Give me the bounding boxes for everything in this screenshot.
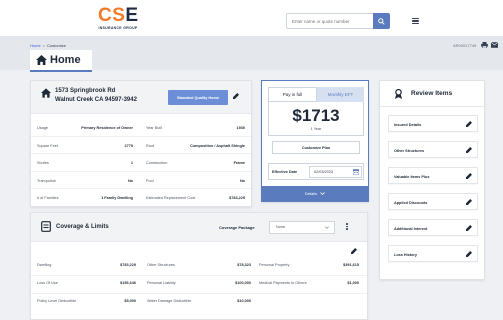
pencil-icon[interactable] (466, 251, 472, 257)
logo-letter-c: C (98, 5, 113, 26)
search-icon (378, 17, 385, 25)
hamburger-menu-icon[interactable] (412, 18, 419, 24)
house-icon (41, 88, 51, 98)
pencil-icon[interactable] (466, 225, 472, 231)
price-box: $1713 1 Year (268, 102, 364, 136)
premium-price: $1713 (292, 106, 340, 125)
review-list: Insured Details Other Structures Valuabl… (388, 115, 478, 271)
tab-monthly-eft[interactable]: Monthly EFT (317, 87, 364, 102)
review-items-card: Review Items Insured Details Other Struc… (379, 80, 485, 280)
search-button[interactable] (373, 13, 390, 29)
toolbar-icons (481, 42, 498, 48)
premium-term: 1 Year (310, 127, 322, 131)
page-title-tab: Home (30, 50, 92, 72)
effective-date-label: Effective Date (272, 170, 298, 174)
coverage-title: Coverage & Limits (56, 224, 109, 230)
coverage-package-select[interactable]: None (269, 221, 335, 234)
property-header: 1573 Springbrook Rd Walnut Creek CA 9459… (31, 81, 251, 114)
breadcrumb-separator: > (42, 43, 46, 48)
search-input[interactable] (286, 13, 373, 29)
address-line1: 1573 Springbrook Rd (55, 88, 116, 94)
details-toggle[interactable]: Details (262, 186, 368, 201)
review-item-insured-details[interactable]: Insured Details (388, 115, 478, 132)
home-icon (36, 55, 47, 65)
logo-letter-s: S (112, 5, 126, 26)
breadcrumb-home[interactable]: Home (30, 43, 41, 48)
breadcrumb: Home > Customize (30, 43, 66, 48)
review-item-additional-interest[interactable]: Additional Interest (388, 219, 478, 236)
coverage-card: Coverage & Limits Coverage Package None … (30, 212, 368, 320)
pencil-icon[interactable] (466, 173, 472, 179)
coverage-document-icon (41, 221, 51, 232)
quote-id: AR00017745 (453, 43, 477, 48)
pencil-icon[interactable] (466, 147, 472, 153)
customize-plan-button[interactable]: Customize Plan (272, 141, 360, 154)
logo-letter-e: E (125, 5, 139, 26)
review-item-applied-discounts[interactable]: Applied Discounts (388, 193, 478, 210)
coverage-row: Policy Level Deductible $5,000 Water Dam… (37, 299, 251, 303)
chevron-down-icon (320, 192, 325, 195)
payment-card: Pay in full Monthly EFT $1713 1 Year Cus… (261, 80, 369, 202)
details-label: Details (304, 191, 318, 196)
property-row: Stories 1 Construction Frame (31, 154, 251, 172)
effective-date-row: Effective Date (268, 163, 364, 180)
coverage-row: Dwelling $783,229 Other Structures $78,3… (37, 263, 359, 267)
address-line2: Walnut Creek CA 94597-3942 (55, 97, 137, 103)
review-header: Review Items (380, 81, 484, 107)
property-row: Square Feet 2779 Roof Composition / Asph… (31, 137, 251, 154)
property-row: # of Families 1 Family Dwelling Estimate… (37, 196, 245, 200)
company-logo[interactable]: CSE INSURANCE GROUP (98, 5, 139, 30)
property-details: Usage Primary Residence of Owner Year Bu… (31, 119, 251, 207)
coverage-row: Loss Of Use $156,646 Personal Liability … (37, 281, 359, 285)
print-icon[interactable] (481, 42, 488, 48)
pencil-icon[interactable] (351, 248, 357, 254)
top-bar: CSE INSURANCE GROUP (0, 0, 503, 37)
coverage-package-label: Coverage Package (219, 225, 255, 230)
tab-pay-in-full[interactable]: Pay in full (268, 87, 317, 102)
payment-tabs: Pay in full Monthly EFT (268, 87, 364, 102)
pencil-icon[interactable] (233, 93, 239, 99)
pencil-icon[interactable] (466, 121, 472, 127)
logo-subtitle: INSURANCE GROUP (98, 26, 138, 30)
page-title: Home (50, 54, 81, 66)
coverage-package-value: None (276, 225, 286, 229)
breadcrumb-customize[interactable]: Customize (47, 43, 66, 48)
chevron-down-icon (325, 226, 329, 229)
calendar-icon[interactable] (353, 169, 359, 175)
quality-home-button[interactable]: Standard Quality Home (168, 90, 228, 105)
badge-icon (394, 88, 403, 99)
property-card: 1573 Springbrook Rd Walnut Creek CA 9459… (30, 80, 252, 207)
review-item-other-structures[interactable]: Other Structures (388, 141, 478, 158)
property-row: Usage Primary Residence of Owner Year Bu… (31, 119, 251, 137)
review-item-valuable-items[interactable]: Valuable Items Plus (388, 167, 478, 184)
review-item-loss-history[interactable]: Loss History (388, 245, 478, 262)
coverage-header: Coverage & Limits Coverage Package None (31, 213, 367, 242)
property-row: Trampoline No Pool No (31, 172, 251, 189)
review-title: Review Items (411, 90, 453, 97)
kebab-menu-icon[interactable] (346, 223, 348, 230)
pencil-icon[interactable] (466, 199, 472, 205)
email-icon[interactable] (491, 42, 498, 48)
